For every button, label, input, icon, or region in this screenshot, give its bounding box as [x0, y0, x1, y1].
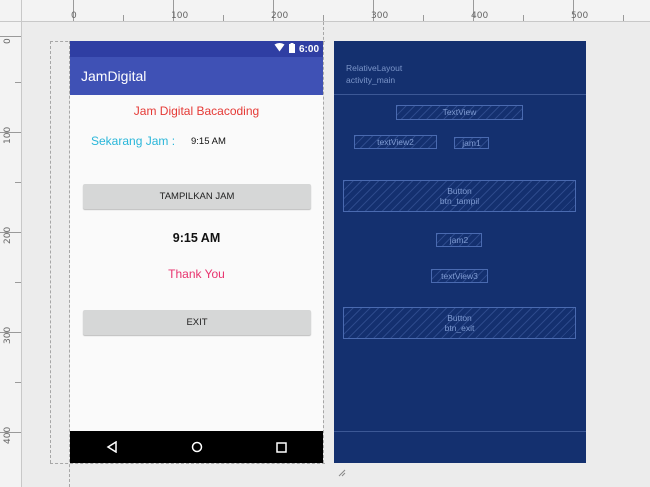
blueprint-jam1[interactable]: jam1	[454, 137, 489, 149]
vertical-ruler: 0 100 200 300 400	[0, 22, 22, 487]
guide-line	[50, 41, 51, 463]
ruler-label: 100	[171, 11, 189, 21]
thank-you-textview[interactable]: Thank You	[70, 267, 323, 281]
title-textview[interactable]: Jam Digital Bacacoding	[70, 104, 323, 118]
show-time-button[interactable]: TAMPILKAN JAM	[83, 184, 311, 209]
ruler-minor-tick	[423, 15, 424, 21]
ruler-minor-tick	[15, 382, 21, 383]
navigation-bar	[70, 431, 323, 463]
blueprint-textview2-label: textView2	[377, 136, 414, 147]
blueprint-jam2[interactable]: jam2	[436, 233, 482, 247]
blueprint-textview3[interactable]: textView3	[431, 269, 488, 283]
blueprint-textview2[interactable]: textView2	[354, 135, 437, 149]
ruler-label: 0	[71, 11, 77, 21]
ruler-label: 200	[3, 226, 13, 244]
ruler-minor-tick	[123, 15, 124, 21]
app-bar: JamDigital	[70, 57, 323, 95]
ruler-minor-tick	[323, 15, 324, 21]
blueprint-jam2-label: jam2	[449, 234, 469, 245]
blueprint-btn-tampil-id: btn_tampil	[439, 196, 480, 206]
time-big-textview[interactable]: 9:15 AM	[70, 231, 323, 245]
exit-button[interactable]: EXIT	[83, 310, 311, 335]
ruler-label: 300	[3, 326, 13, 344]
design-preview[interactable]: 6:00 JamDigital Jam Digital Bacacoding S…	[70, 41, 323, 463]
status-time: 6:00	[298, 43, 319, 55]
blueprint-appbar-line	[334, 94, 586, 95]
layout-id-label: activity_main	[346, 75, 396, 85]
blueprint-btn-exit-type: Button	[447, 312, 472, 323]
blueprint-btn-exit[interactable]: Button btn_exit	[343, 307, 576, 339]
back-icon[interactable]	[106, 438, 118, 457]
ruler-minor-tick	[623, 15, 624, 21]
ruler-minor-tick	[15, 82, 21, 83]
horizontal-ruler: 0 100 200 300 400 500	[0, 0, 650, 22]
blueprint-textview[interactable]: TextView	[396, 105, 523, 120]
ruler-label: 100	[3, 126, 13, 144]
ruler-minor-tick	[523, 15, 524, 21]
layout-type-label: RelativeLayout	[346, 63, 403, 73]
ruler-minor-tick	[223, 15, 224, 21]
blueprint-jam1-label: jam1	[462, 137, 481, 148]
ruler-label: 400	[3, 426, 13, 444]
home-icon[interactable]	[191, 438, 203, 457]
ruler-label: 400	[471, 11, 489, 21]
wifi-icon	[274, 43, 285, 55]
ruler-corner	[0, 0, 22, 22]
status-bar: 6:00	[70, 41, 323, 57]
ruler-minor-tick	[15, 182, 21, 183]
blueprint-navbar-line	[334, 431, 586, 432]
ruler-label: 0	[3, 38, 13, 44]
blueprint-btn-tampil[interactable]: Button btn_tampil	[343, 180, 576, 212]
resize-handle-icon[interactable]	[338, 462, 346, 477]
app-title: JamDigital	[81, 68, 147, 84]
ruler-label: 200	[271, 11, 289, 21]
blueprint-view[interactable]: RelativeLayout activity_main TextView te…	[334, 41, 586, 463]
now-label-textview[interactable]: Sekarang Jam :	[91, 134, 175, 148]
ruler-label: 500	[571, 11, 589, 21]
ruler-label: 300	[371, 11, 389, 21]
battery-icon	[288, 42, 295, 56]
blueprint-textview3-label: textView3	[441, 270, 478, 281]
guide-line	[50, 463, 325, 464]
blueprint-btn-tampil-type: Button	[447, 185, 472, 196]
time-small-textview[interactable]: 9:15 AM	[191, 136, 226, 147]
blueprint-textview-label: TextView	[442, 107, 477, 118]
ruler-tick	[0, 36, 21, 37]
recents-icon[interactable]	[275, 438, 287, 457]
guide-line	[323, 22, 324, 463]
blueprint-btn-exit-id: btn_exit	[444, 323, 475, 333]
ruler-minor-tick	[15, 282, 21, 283]
